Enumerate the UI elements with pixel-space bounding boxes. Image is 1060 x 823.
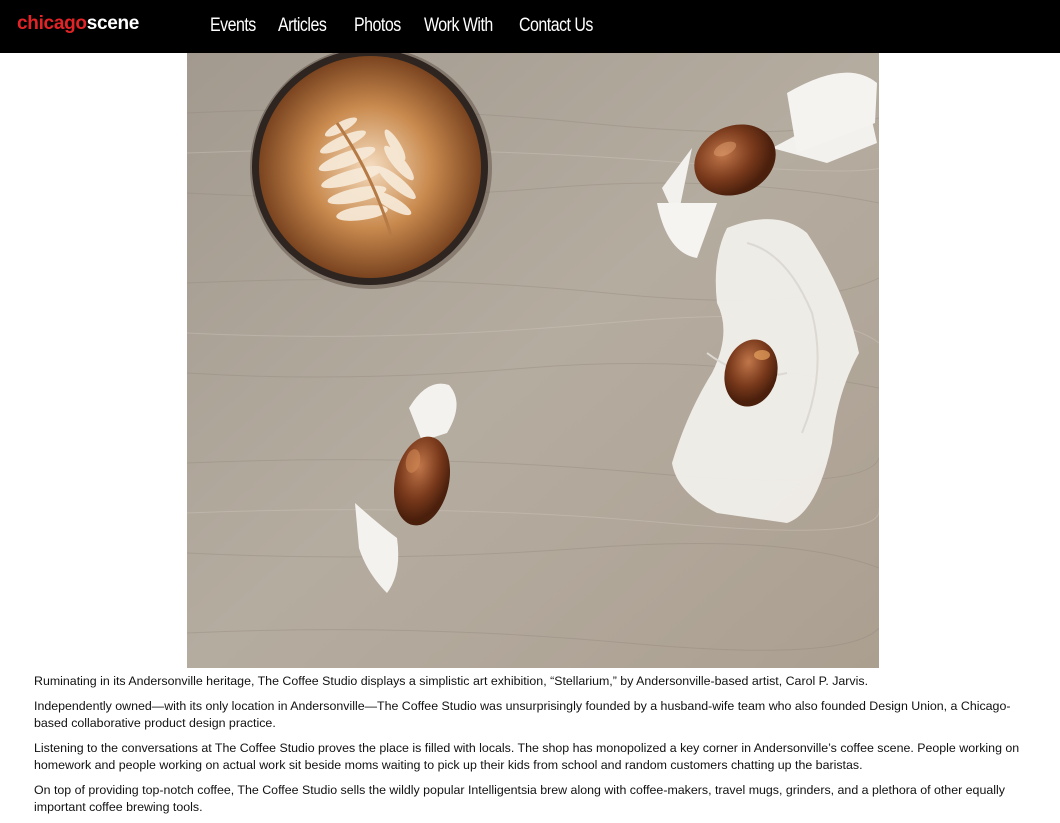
nav-link-events[interactable]: Events: [210, 13, 256, 39]
logo-text-chicago: chicago: [17, 13, 87, 34]
article-body: Ruminating in its Andersonville heritage…: [34, 673, 1034, 823]
hero-photo: [187, 53, 879, 668]
article-paragraph-2: Independently owned—with its only locati…: [34, 699, 1011, 730]
article-paragraph-3: Listening to the conversations at The Co…: [34, 741, 1020, 772]
top-navigation-bar: chicagoscene Events Articles Photos Work…: [0, 0, 1060, 53]
article-paragraph-4: On top of providing top-notch coffee, Th…: [34, 783, 1005, 814]
nav-link-work-with[interactable]: Work With: [424, 13, 493, 39]
nav-link-photos[interactable]: Photos: [354, 13, 401, 39]
latte-and-caramels-illustration: [187, 53, 879, 668]
nav-link-articles[interactable]: Articles: [278, 13, 327, 39]
article-paragraph-1: Ruminating in its Andersonville heritage…: [34, 674, 869, 688]
logo-text-scene: scene: [86, 13, 140, 34]
site-logo[interactable]: chicagoscene: [17, 12, 139, 36]
nav-link-contact-us[interactable]: Contact Us: [519, 13, 593, 39]
